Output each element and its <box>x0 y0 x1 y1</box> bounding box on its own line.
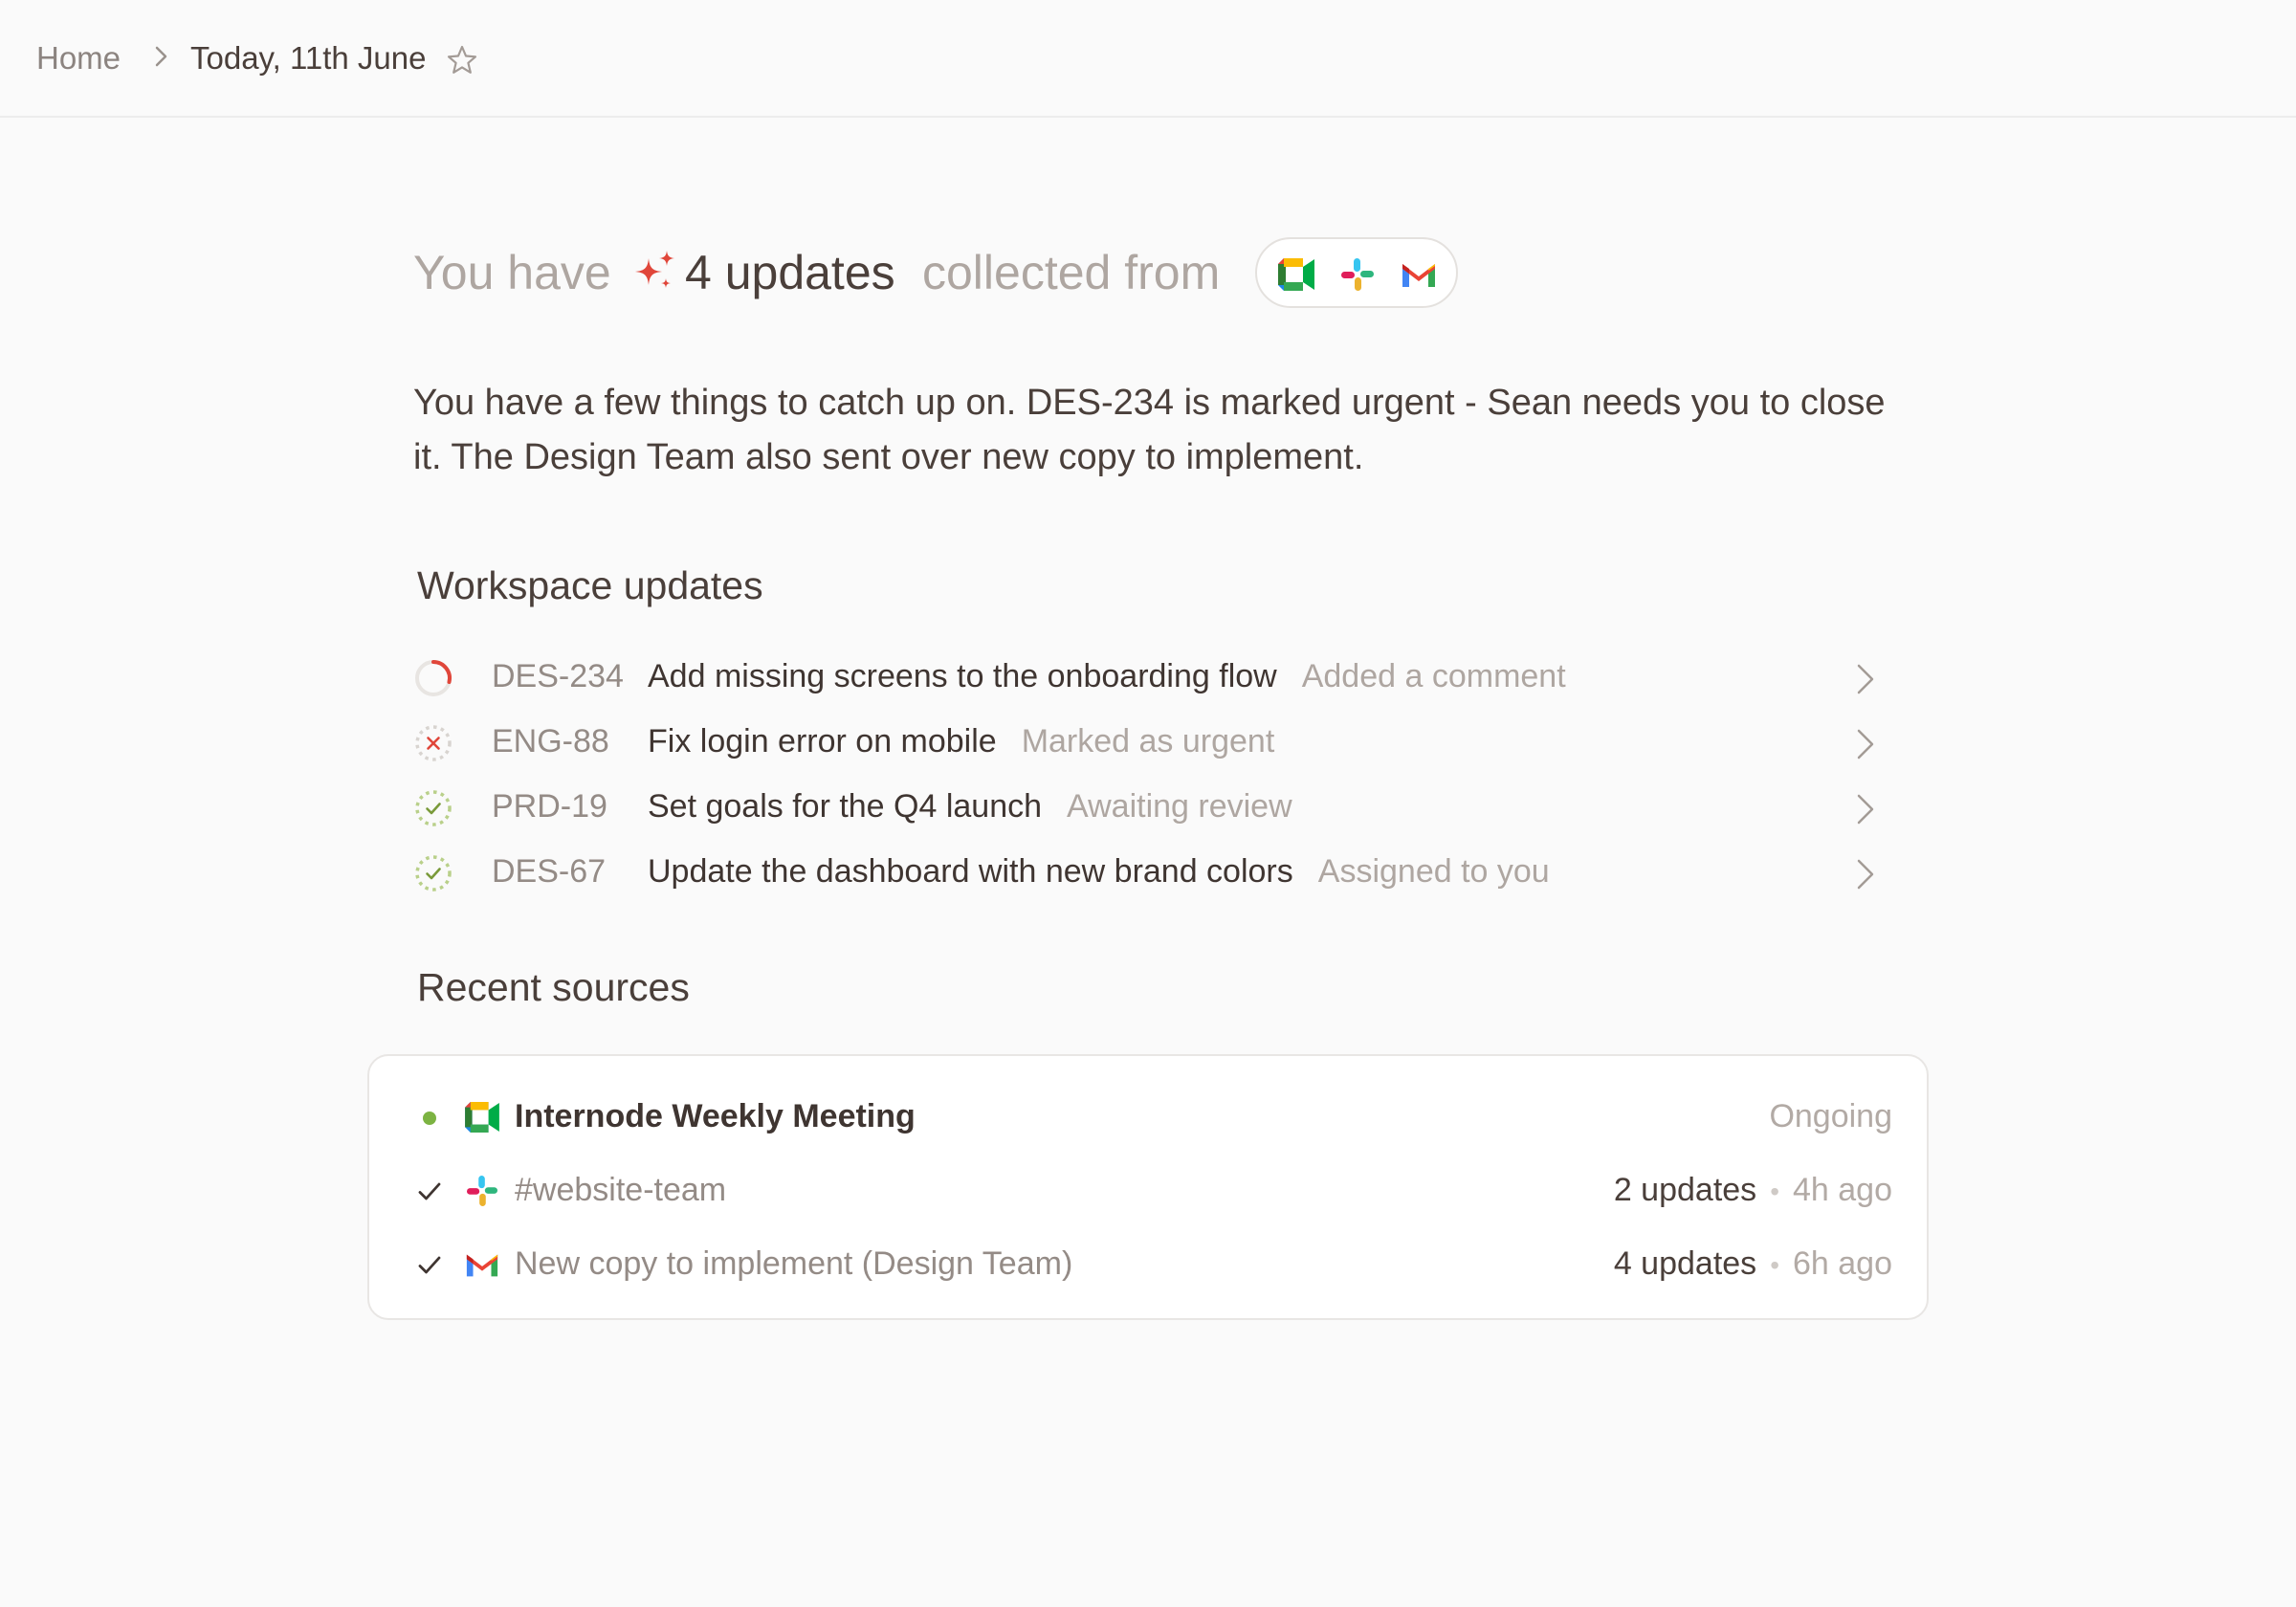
separator-dot: • <box>1770 1177 1779 1206</box>
task-id: DES-234 <box>492 658 624 694</box>
source-row[interactable]: Internode Weekly Meeting Ongoing <box>369 1089 1927 1146</box>
recent-sources-card: Internode Weekly Meeting Ongoing #websit… <box>367 1054 1929 1320</box>
task-id: PRD-19 <box>492 788 607 825</box>
source-update-count: 4 updates <box>1613 1245 1757 1282</box>
source-row[interactable]: New copy to implement (Design Team) 4 up… <box>369 1236 1927 1293</box>
task-status: Marked as urgent <box>1021 723 1275 759</box>
slack-icon <box>467 1176 497 1206</box>
workspace-updates-title: Workspace updates <box>417 563 763 607</box>
chevron-right-icon[interactable] <box>1854 792 1877 826</box>
chevron-right-icon[interactable] <box>1854 662 1877 696</box>
star-icon[interactable] <box>446 44 478 77</box>
done-dashed-icon <box>415 855 452 892</box>
task-title: Update the dashboard with new brand colo… <box>648 853 1293 890</box>
gmail-icon <box>466 1254 498 1277</box>
in-progress-icon <box>415 660 452 696</box>
source-time-ago: 6h ago <box>1793 1245 1892 1282</box>
check-icon <box>418 1256 441 1274</box>
google-meet-icon <box>465 1102 499 1133</box>
headline-prefix: You have <box>413 246 611 299</box>
sparkle-icon <box>635 251 674 288</box>
task-row[interactable]: DES-67 Update the dashboard with new bra… <box>413 844 1877 897</box>
top-bar: Home Today, 11th June <box>0 0 2296 118</box>
chevron-right-icon[interactable] <box>1854 727 1877 761</box>
headline-count: 4 updates <box>685 246 895 299</box>
source-row[interactable]: #website-team 2 updates • 4h ago <box>369 1162 1927 1220</box>
breadcrumb-current: Today, 11th June <box>190 40 427 76</box>
chevron-right-icon <box>155 46 167 67</box>
gmail-icon <box>1402 264 1435 287</box>
chevron-right-icon[interactable] <box>1854 857 1877 892</box>
cancelled-icon <box>415 725 452 761</box>
task-row[interactable]: ENG-88 Fix login error on mobile Marked a… <box>413 714 1877 767</box>
slack-icon <box>1341 258 1374 291</box>
source-update-count: 2 updates <box>1613 1172 1757 1208</box>
task-title: Set goals for the Q4 launch <box>648 788 1043 825</box>
task-status: Assigned to you <box>1317 853 1550 890</box>
breadcrumb-home[interactable]: Home <box>36 40 121 77</box>
separator-dot: • <box>1770 1250 1779 1280</box>
task-title: Add missing screens to the onboarding fl… <box>648 658 1277 694</box>
recent-sources-title: Recent sources <box>417 965 690 1009</box>
headline-suffix: collected from <box>922 246 1221 299</box>
google-meet-icon <box>1278 258 1314 291</box>
check-icon <box>418 1182 441 1200</box>
summary-text: You have a few things to catch up on. DE… <box>413 383 1886 477</box>
updates-headline: You have 4 updates collected from <box>413 237 1561 310</box>
live-dot-icon <box>423 1112 436 1125</box>
source-name: New copy to implement (Design Team) <box>515 1245 1073 1282</box>
source-name: #website-team <box>515 1172 727 1208</box>
task-title: Fix login error on mobile <box>648 723 997 759</box>
task-status: Awaiting review <box>1067 788 1292 825</box>
done-dashed-icon <box>415 790 452 826</box>
task-status: Added a comment <box>1301 658 1566 694</box>
source-apps-pill[interactable] <box>1255 237 1458 308</box>
source-status: Ongoing <box>1769 1098 1892 1134</box>
task-row[interactable]: DES-234 Add missing screens to the onboa… <box>413 649 1877 702</box>
task-id: ENG-88 <box>492 723 609 759</box>
task-id: DES-67 <box>492 853 607 890</box>
source-name: Internode Weekly Meeting <box>515 1098 916 1134</box>
source-time-ago: 4h ago <box>1793 1172 1892 1208</box>
task-row[interactable]: PRD-19 Set goals for the Q4 launch Awaiti… <box>413 779 1877 832</box>
